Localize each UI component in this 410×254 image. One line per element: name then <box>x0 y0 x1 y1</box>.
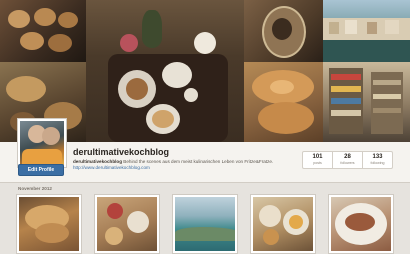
photo-thumbnail <box>175 197 235 251</box>
photo-thumbnail <box>19 197 79 251</box>
stat-posts-label: posts <box>313 161 322 165</box>
profile-avatar-frame <box>17 118 67 168</box>
mosaic-photo-shop-shelves[interactable] <box>323 62 410 142</box>
mosaic-photo-drink-glass[interactable] <box>244 0 323 62</box>
stat-followers-label: followers <box>340 161 355 165</box>
timeline-month-label: November 2012 <box>18 186 52 191</box>
bio-text: Behind the scenes aus dem meist kulinari… <box>122 159 274 164</box>
photo-card[interactable] <box>250 194 316 254</box>
photo-card[interactable] <box>328 194 394 254</box>
stat-following-label: following <box>370 161 385 165</box>
edit-profile-button[interactable]: Edit Profile <box>18 164 64 176</box>
stat-posts[interactable]: 101 posts <box>302 151 333 169</box>
bio-website-link[interactable]: http://www.derultimativekochblog.com <box>73 165 150 170</box>
stat-followers-count: 28 <box>344 154 351 160</box>
avatar[interactable] <box>20 121 64 165</box>
photo-grid <box>16 194 396 254</box>
profile-username: derultimativekochblog <box>73 147 170 157</box>
stat-posts-count: 101 <box>312 154 323 160</box>
photo-thumbnail <box>253 197 313 251</box>
profile-stats: 101 posts 28 followers 133 following <box>302 151 393 169</box>
mosaic-photo-croissants[interactable] <box>244 62 323 142</box>
mosaic-photo-breakfast-tray[interactable] <box>86 0 244 142</box>
stat-following-count: 133 <box>372 154 383 160</box>
stat-followers[interactable]: 28 followers <box>332 151 363 169</box>
photo-card[interactable] <box>172 194 238 254</box>
bio-username: derultimativekochblog <box>73 159 123 164</box>
photo-thumbnail <box>331 197 391 251</box>
photo-thumbnail <box>97 197 157 251</box>
mosaic-photo-cinnamon-rolls[interactable] <box>0 0 86 62</box>
mosaic-photo-harbor-town[interactable] <box>323 0 410 62</box>
photo-card[interactable] <box>16 194 82 254</box>
photo-card[interactable] <box>94 194 160 254</box>
stat-following[interactable]: 133 following <box>362 151 393 169</box>
profile-bio: derultimativekochblog Behind the scenes … <box>73 159 293 171</box>
